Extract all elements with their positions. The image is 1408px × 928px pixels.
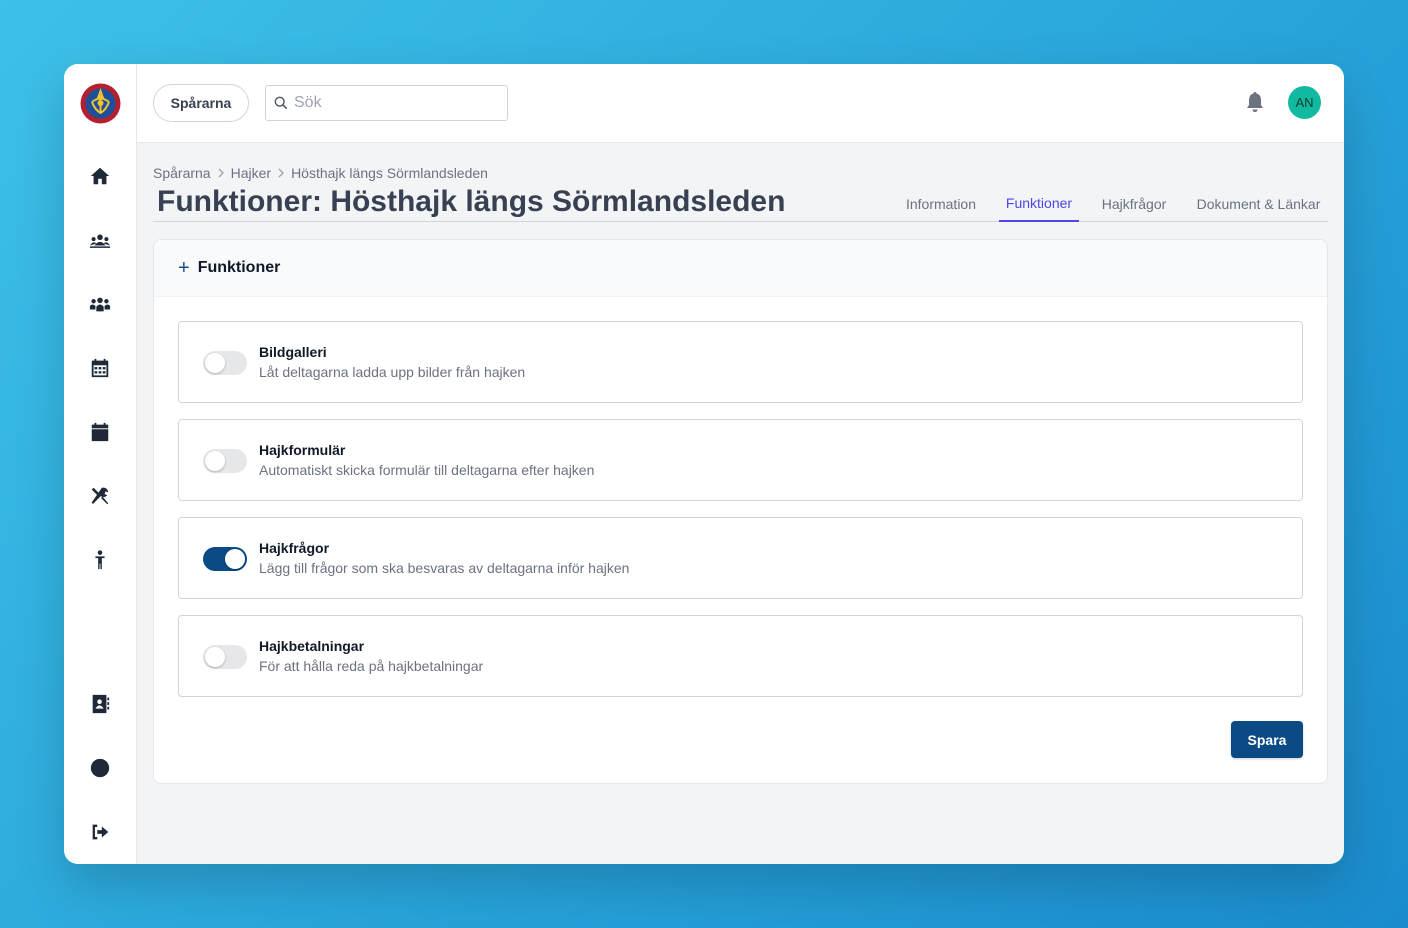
- feature-description: Automatiskt skicka formulär till deltaga…: [259, 462, 595, 478]
- feature-description: Lägg till frågor som ska besvaras av del…: [259, 560, 630, 576]
- scout-logo[interactable]: [80, 83, 121, 124]
- top-bar: Spårarna AN: [137, 64, 1344, 143]
- home-icon[interactable]: [88, 164, 112, 188]
- people-icon[interactable]: [88, 292, 112, 316]
- calendar-grid-icon[interactable]: [88, 356, 112, 380]
- toggle-knob: [205, 647, 225, 667]
- feature-name: Hajkformulär: [259, 442, 346, 458]
- feature-toggle[interactable]: [203, 449, 247, 473]
- feature-item: Bildgalleri Låt deltagarna ladda upp bil…: [178, 321, 1303, 403]
- feature-description: Låt deltagarna ladda upp bilder från haj…: [259, 364, 526, 380]
- feature-item: Hajkbetalningar För att hålla reda på ha…: [178, 615, 1303, 697]
- group-icon[interactable]: [88, 228, 112, 252]
- add-feature-header[interactable]: + Funktioner: [154, 240, 1327, 297]
- card-title: Funktioner: [197, 259, 281, 276]
- tab-information[interactable]: Information: [899, 185, 983, 222]
- feature-item: Hajkfrågor Lägg till frågor som ska besv…: [178, 517, 1303, 599]
- bell-icon[interactable]: [1245, 91, 1267, 113]
- tab-dokument-lankar[interactable]: Dokument & Länkar: [1189, 185, 1328, 222]
- breadcrumb: Spårarna Hajker Hösthajk längs Sörmlands…: [153, 165, 488, 181]
- chevron-right-icon: [215, 167, 227, 179]
- page-title: Funktioner: Hösthajk längs Sörmlandslede…: [157, 185, 786, 218]
- search-box[interactable]: [265, 85, 508, 121]
- user-avatar[interactable]: AN: [1288, 86, 1321, 119]
- tab-funktioner[interactable]: Funktioner: [999, 185, 1079, 222]
- feature-toggle[interactable]: [203, 351, 247, 375]
- chevron-right-icon: [275, 167, 287, 179]
- save-button[interactable]: Spara: [1231, 721, 1303, 758]
- feature-name: Hajkfrågor: [259, 540, 330, 556]
- toggle-knob: [225, 549, 245, 569]
- plus-icon: +: [178, 257, 190, 279]
- search-icon: [274, 96, 288, 110]
- feature-name: Hajkbetalningar: [259, 638, 365, 654]
- toggle-knob: [205, 451, 225, 471]
- features-card: + Funktioner Bildgalleri Låt deltagarna …: [153, 239, 1328, 784]
- contacts-icon[interactable]: [88, 692, 112, 716]
- tools-icon[interactable]: [88, 484, 112, 508]
- globe-icon[interactable]: [88, 756, 112, 780]
- search-input[interactable]: [294, 94, 494, 112]
- breadcrumb-item-hajker[interactable]: Hajker: [231, 165, 271, 181]
- breadcrumb-item-org[interactable]: Spårarna: [153, 165, 211, 181]
- feature-toggle[interactable]: [203, 547, 247, 571]
- toggle-knob: [205, 353, 225, 373]
- feature-name: Bildgalleri: [259, 344, 327, 360]
- feature-item: Hajkformulär Automatiskt skicka formulär…: [178, 419, 1303, 501]
- child-icon[interactable]: [88, 548, 112, 572]
- logout-icon[interactable]: [88, 820, 112, 844]
- breadcrumb-item-current[interactable]: Hösthajk längs Sörmlandsleden: [291, 165, 488, 181]
- app-window: Spårarna AN Spårarna Hajker Hösthajk län…: [64, 64, 1344, 864]
- feature-toggle[interactable]: [203, 645, 247, 669]
- org-switcher-button[interactable]: Spårarna: [153, 84, 249, 122]
- feature-description: För att hålla reda på hajkbetalningar: [259, 658, 484, 674]
- tab-hajkfragor[interactable]: Hajkfrågor: [1095, 185, 1173, 222]
- sidebar: [64, 64, 137, 864]
- calendar-icon[interactable]: [88, 420, 112, 444]
